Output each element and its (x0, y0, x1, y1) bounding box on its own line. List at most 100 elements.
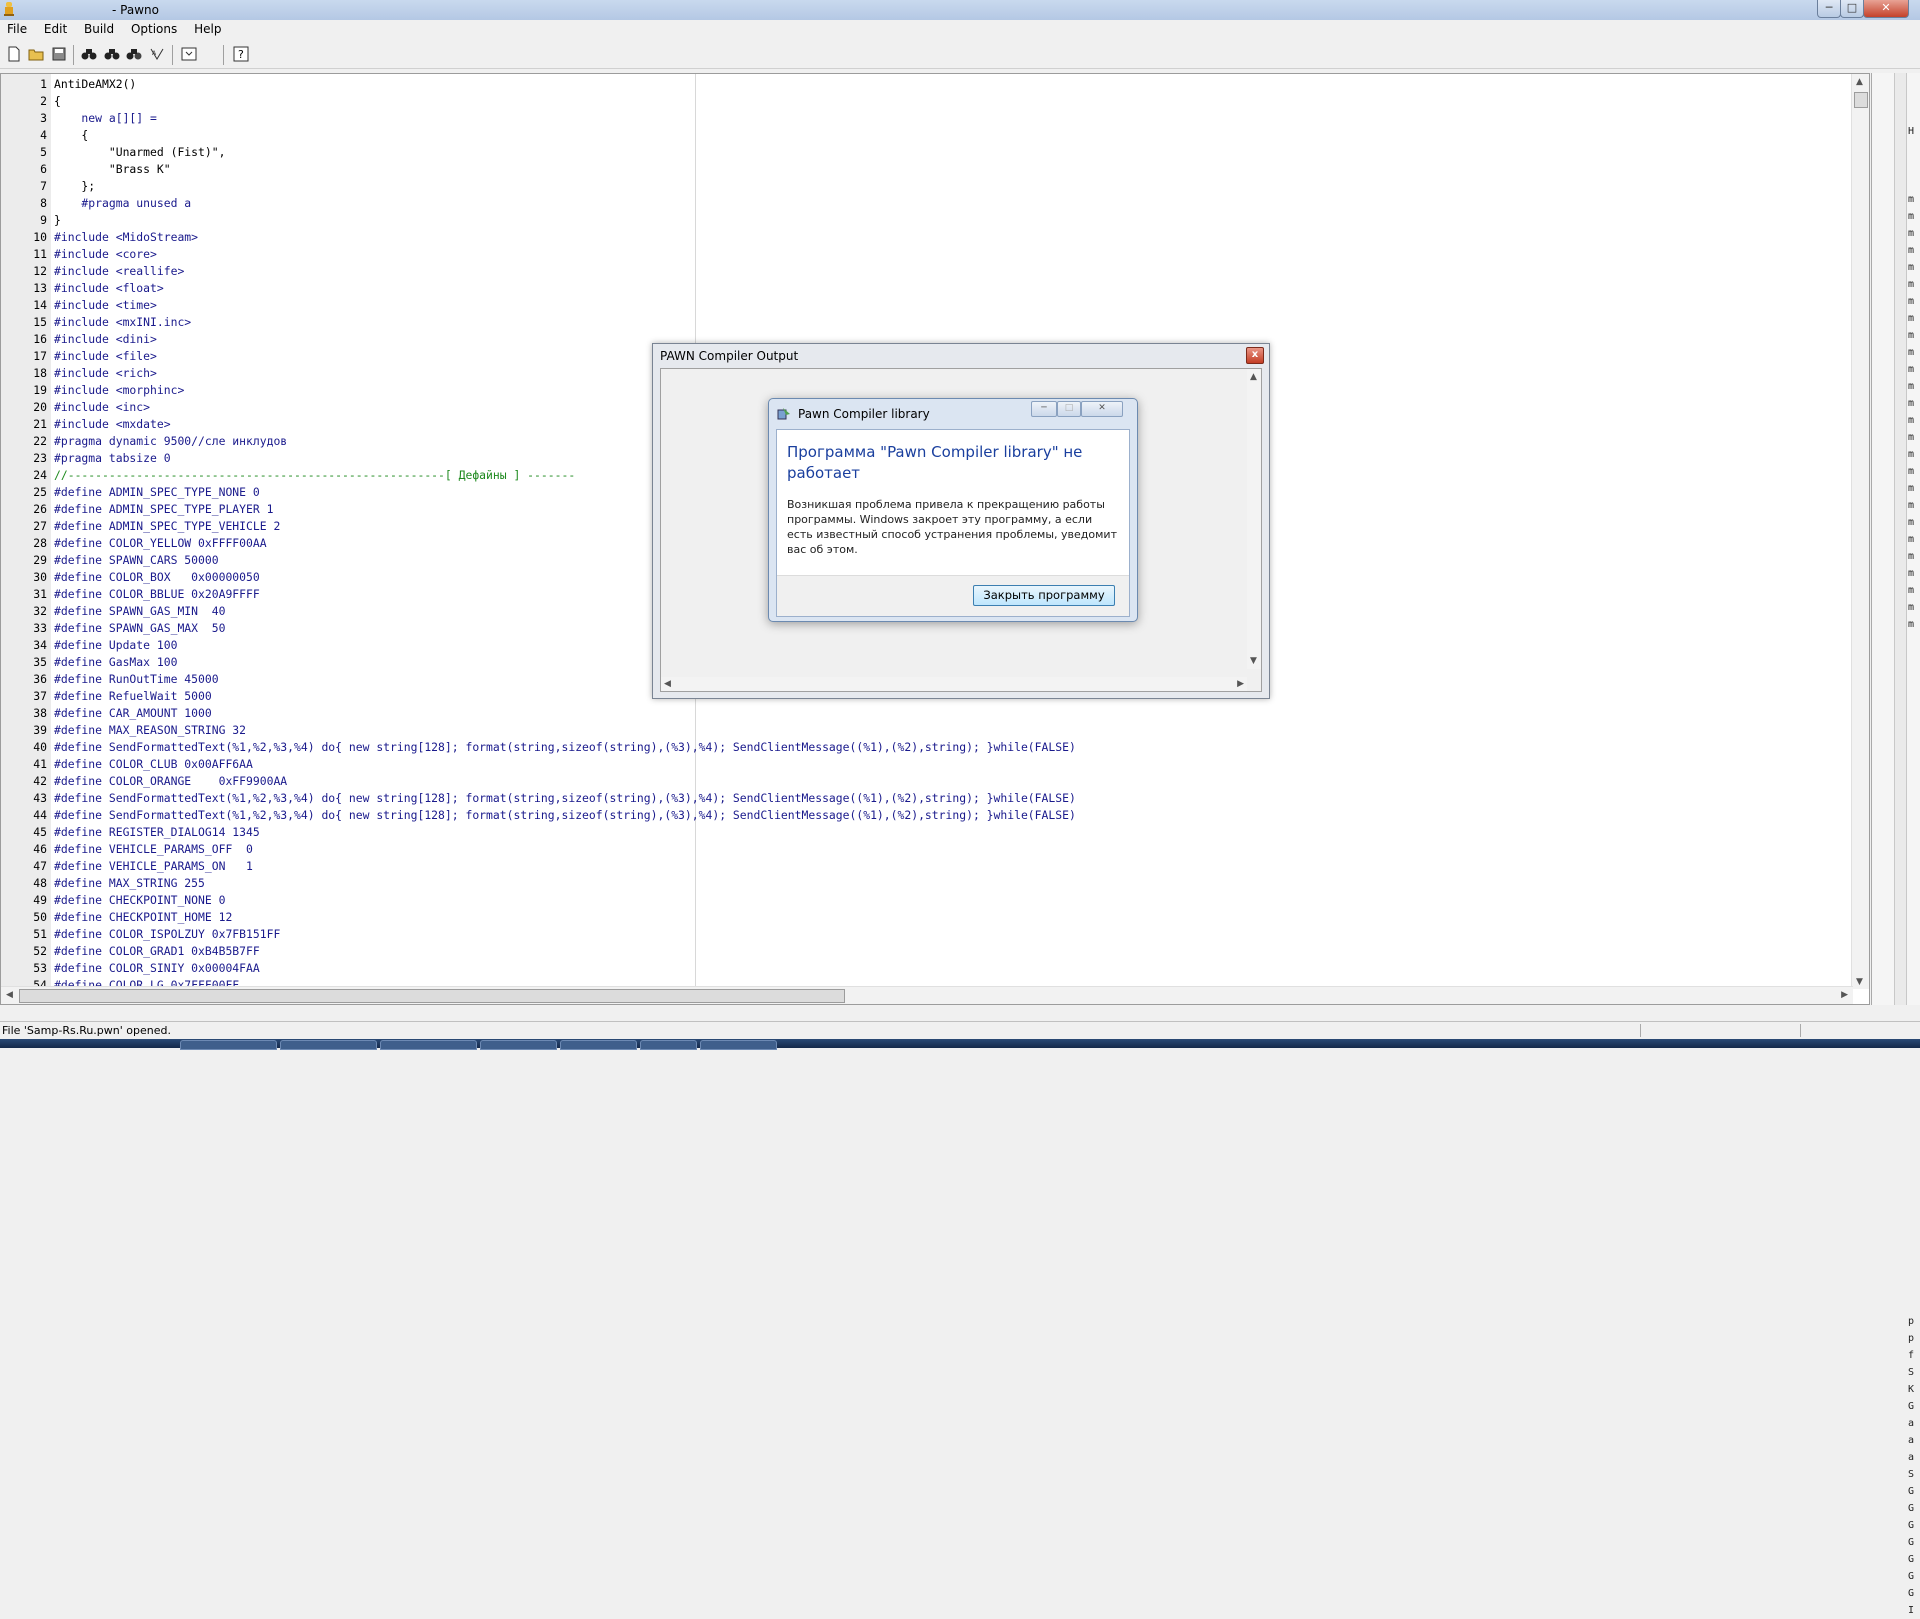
code-text[interactable]: #define GasMax 100 (54, 654, 177, 671)
code-text[interactable]: #pragma tabsize 0 (54, 450, 171, 467)
code-line[interactable]: 41 #define COLOR_CLUB 0x00AFF6AA (1, 756, 1869, 773)
code-line[interactable]: 46 #define VEHICLE_PARAMS_OFF 0 (1, 841, 1869, 858)
menu-edit[interactable]: Edit (37, 20, 73, 36)
menu-file[interactable]: File (0, 20, 33, 36)
code-line[interactable]: 44 #define SendFormattedText(%1,%2,%3,%4)… (1, 807, 1869, 824)
code-text[interactable]: #define COLOR_BBLUE 0x20A9FFFF (54, 586, 260, 603)
minimize-button[interactable]: ─ (1817, 0, 1841, 18)
code-text[interactable]: #define SPAWN_CARS 50000 (54, 552, 219, 569)
code-text[interactable]: } (54, 212, 61, 229)
code-text[interactable]: #include <mxdate> (54, 416, 171, 433)
code-line[interactable]: 6 "Brass K" (1, 161, 1869, 178)
code-text[interactable]: #include <rich> (54, 365, 157, 382)
code-text[interactable]: #define RunOutTime 45000 (54, 671, 219, 688)
code-text[interactable]: { (54, 127, 88, 144)
editor-horizontal-scrollbar[interactable]: ◀ ▶ (1, 986, 1853, 1004)
output-vertical-scrollbar[interactable]: ▲ ▼ (1247, 369, 1261, 669)
taskbar-button[interactable] (480, 1040, 557, 1050)
scroll-up-icon[interactable]: ▲ (1856, 77, 1863, 87)
code-text[interactable]: #include <file> (54, 348, 157, 365)
code-line[interactable]: 49 #define CHECKPOINT_NONE 0 (1, 892, 1869, 909)
code-text[interactable]: #define VEHICLE_PARAMS_ON 1 (54, 858, 253, 875)
code-text[interactable]: #define VEHICLE_PARAMS_OFF 0 (54, 841, 253, 858)
find-next-icon[interactable] (103, 45, 121, 63)
editor-vertical-scrollbar[interactable]: ▲ ▼ (1851, 74, 1869, 989)
code-text[interactable]: #include <dini> (54, 331, 157, 348)
dialog-close-button[interactable]: ✕ (1081, 401, 1123, 417)
code-line[interactable]: 12 #include <reallife> (1, 263, 1869, 280)
function-list-panel[interactable]: H m m m m m m m m m m m m m m m m m m m … (1871, 73, 1920, 1616)
new-file-icon[interactable] (5, 45, 23, 63)
code-text[interactable]: #define SendFormattedText(%1,%2,%3,%4) d… (54, 790, 1076, 807)
code-text[interactable]: #include <core> (54, 246, 157, 263)
close-button[interactable]: ✕ (1863, 0, 1909, 18)
code-line[interactable]: 38 #define CAR_AMOUNT 1000 (1, 705, 1869, 722)
scroll-left-icon[interactable]: ◀ (6, 990, 13, 1000)
code-line[interactable]: 50 #define CHECKPOINT_HOME 12 (1, 909, 1869, 926)
code-text[interactable]: #define CHECKPOINT_HOME 12 (54, 909, 232, 926)
code-text[interactable]: #define ADMIN_SPEC_TYPE_NONE 0 (54, 484, 260, 501)
code-text[interactable]: #include <morphinc> (54, 382, 184, 399)
code-text[interactable]: new a[][] = (54, 110, 156, 127)
close-program-button[interactable]: Закрыть программу (973, 585, 1115, 606)
code-text[interactable]: #include <time> (54, 297, 157, 314)
code-line[interactable]: 47 #define VEHICLE_PARAMS_ON 1 (1, 858, 1869, 875)
menu-build[interactable]: Build (77, 20, 120, 36)
code-text[interactable]: }; (54, 178, 95, 195)
code-line[interactable]: 14 #include <time> (1, 297, 1869, 314)
code-text[interactable]: #define COLOR_YELLOW 0xFFFF00AA (54, 535, 267, 552)
code-text[interactable]: #define ADMIN_SPEC_TYPE_VEHICLE 2 (54, 518, 280, 535)
code-line[interactable]: 3 new a[][] = (1, 110, 1869, 127)
code-line[interactable]: 48 #define MAX_STRING 255 (1, 875, 1869, 892)
scrollbar-thumb[interactable] (19, 989, 845, 1003)
open-folder-icon[interactable] (27, 45, 45, 63)
panel-scrollbar[interactable] (1894, 73, 1907, 1005)
code-text[interactable]: #define COLOR_SINIY 0x00004FAA (54, 960, 260, 977)
code-text[interactable]: #define ADMIN_SPEC_TYPE_PLAYER 1 (54, 501, 273, 518)
code-text[interactable]: //--------------------------------------… (54, 467, 575, 484)
code-line[interactable]: 8 #pragma unused a (1, 195, 1869, 212)
function-list-items[interactable]: m m m m m m m m m m m m m m m m m m m m … (1908, 191, 1914, 1619)
code-text[interactable]: #include <MidoStream> (54, 229, 198, 246)
code-line[interactable]: 42 #define COLOR_ORANGE 0xFF9900AA (1, 773, 1869, 790)
taskbar-button[interactable] (700, 1040, 777, 1050)
code-text[interactable]: #define COLOR_BOX 0x00000050 (54, 569, 260, 586)
code-text[interactable]: AntiDeAMX2() (54, 76, 136, 93)
code-line[interactable]: 7 }; (1, 178, 1869, 195)
code-line[interactable]: 15 #include <mxINI.inc> (1, 314, 1869, 331)
code-line[interactable]: 39 #define MAX_REASON_STRING 32 (1, 722, 1869, 739)
find-icon[interactable] (80, 45, 98, 63)
menu-help[interactable]: Help (187, 20, 227, 36)
scroll-left-icon[interactable]: ◀ (664, 679, 671, 689)
code-line[interactable]: 13 #include <float> (1, 280, 1869, 297)
scrollbar-thumb[interactable] (1854, 92, 1868, 108)
code-text[interactable]: #include <float> (54, 280, 164, 297)
taskbar-button[interactable] (560, 1040, 637, 1050)
code-text[interactable]: #define CAR_AMOUNT 1000 (54, 705, 212, 722)
code-text[interactable]: #define RefuelWait 5000 (54, 688, 212, 705)
dialog-minimize-button[interactable]: ─ (1031, 401, 1057, 417)
code-text[interactable]: #include <reallife> (54, 263, 184, 280)
code-line[interactable]: 1 AntiDeAMX2() (1, 76, 1869, 93)
code-text[interactable]: #pragma unused a (54, 195, 191, 212)
code-text[interactable]: "Brass K" (54, 161, 171, 178)
save-icon[interactable] (50, 45, 68, 63)
code-text[interactable]: #pragma dynamic 9500//сле инклудов (54, 433, 287, 450)
code-line[interactable]: 51 #define COLOR_ISPOLZUY 0x7FB151FF (1, 926, 1869, 943)
code-text[interactable]: #define SPAWN_GAS_MAX 50 (54, 620, 225, 637)
code-text[interactable]: #define SendFormattedText(%1,%2,%3,%4) d… (54, 807, 1076, 824)
taskbar-button[interactable] (180, 1040, 277, 1050)
code-text[interactable]: #define SendFormattedText(%1,%2,%3,%4) d… (54, 739, 1076, 756)
code-text[interactable]: #define COLOR_ISPOLZUY 0x7FB151FF (54, 926, 280, 943)
code-text[interactable]: #define COLOR_GRAD1 0xB4B5B7FF (54, 943, 260, 960)
code-text[interactable]: { (54, 93, 61, 110)
code-text[interactable]: #define MAX_REASON_STRING 32 (54, 722, 246, 739)
code-text[interactable]: #define SPAWN_GAS_MIN 40 (54, 603, 225, 620)
taskbar-button[interactable] (640, 1040, 697, 1050)
code-text[interactable]: #define COLOR_CLUB 0x00AFF6AA (54, 756, 253, 773)
output-horizontal-scrollbar[interactable]: ◀ ▶ (661, 677, 1247, 691)
maximize-button[interactable]: □ (1840, 0, 1864, 18)
code-line[interactable]: 2{ (1, 93, 1869, 110)
code-line[interactable]: 52 #define COLOR_GRAD1 0xB4B5B7FF (1, 943, 1869, 960)
help-icon[interactable]: ? (232, 45, 250, 63)
